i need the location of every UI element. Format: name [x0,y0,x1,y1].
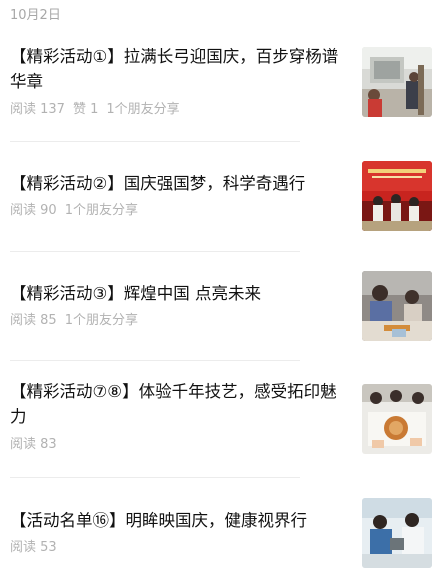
read-count: 阅读 90 [10,203,57,218]
divider [10,477,300,478]
article-meta: 阅读 53 [10,539,65,557]
article-item[interactable]: 【精彩活动①】拉满长弓迎国庆，百步穿杨谱华章 阅读 137 赞 1 1个朋友分享 [10,44,432,130]
article-meta: 阅读 83 [10,436,65,454]
article-thumbnail[interactable] [362,161,432,231]
article-meta: 阅读 90 1个朋友分享 [10,202,146,220]
article-title[interactable]: 【精彩活动⑦⑧】体验千年技艺，感受拓印魅力 [10,379,350,429]
article-thumbnail[interactable] [362,498,432,568]
share-count: 1个朋友分享 [64,203,138,218]
divider [10,141,300,142]
article-thumbnail[interactable] [362,47,432,117]
read-count: 阅读 53 [10,540,57,555]
article-title[interactable]: 【精彩活动③】辉煌中国 点亮未来 [10,281,350,306]
article-thumbnail[interactable] [362,271,432,341]
article-meta: 阅读 137 赞 1 1个朋友分享 [10,101,188,119]
article-meta: 阅读 85 1个朋友分享 [10,312,146,330]
share-count: 1个朋友分享 [106,102,180,117]
eye-exam-photo-thumbnail-icon [362,498,432,568]
article-item[interactable]: 【精彩活动⑦⑧】体验千年技艺，感受拓印魅力 阅读 83 [10,379,432,465]
date-header: 10月2日 [10,8,61,23]
article-thumbnail[interactable] [362,384,432,454]
article-title[interactable]: 【精彩活动①】拉满长弓迎国庆，百步穿杨谱华章 [10,44,350,94]
divider [10,360,300,361]
share-count: 1个朋友分享 [64,313,138,328]
read-count: 阅读 137 [10,102,65,117]
archery-photo-thumbnail-icon [362,47,432,117]
read-count: 阅读 85 [10,313,57,328]
craft-class-photo-thumbnail-icon [362,271,432,341]
divider [10,251,300,252]
read-count: 阅读 83 [10,437,57,452]
article-item[interactable]: 【精彩活动②】国庆强国梦，科学奇遇行 阅读 90 1个朋友分享 [10,159,432,235]
article-title[interactable]: 【活动名单⑯】明眸映国庆，健康视界行 [10,508,350,533]
article-title[interactable]: 【精彩活动②】国庆强国梦，科学奇遇行 [10,171,350,196]
article-item[interactable]: 【活动名单⑯】明眸映国庆，健康视界行 阅读 53 [10,496,432,572]
article-item[interactable]: 【精彩活动③】辉煌中国 点亮未来 阅读 85 1个朋友分享 [10,269,432,345]
rubbing-workshop-photo-thumbnail-icon [362,384,432,454]
stage-event-photo-thumbnail-icon [362,161,432,231]
like-count: 赞 1 [72,102,99,117]
